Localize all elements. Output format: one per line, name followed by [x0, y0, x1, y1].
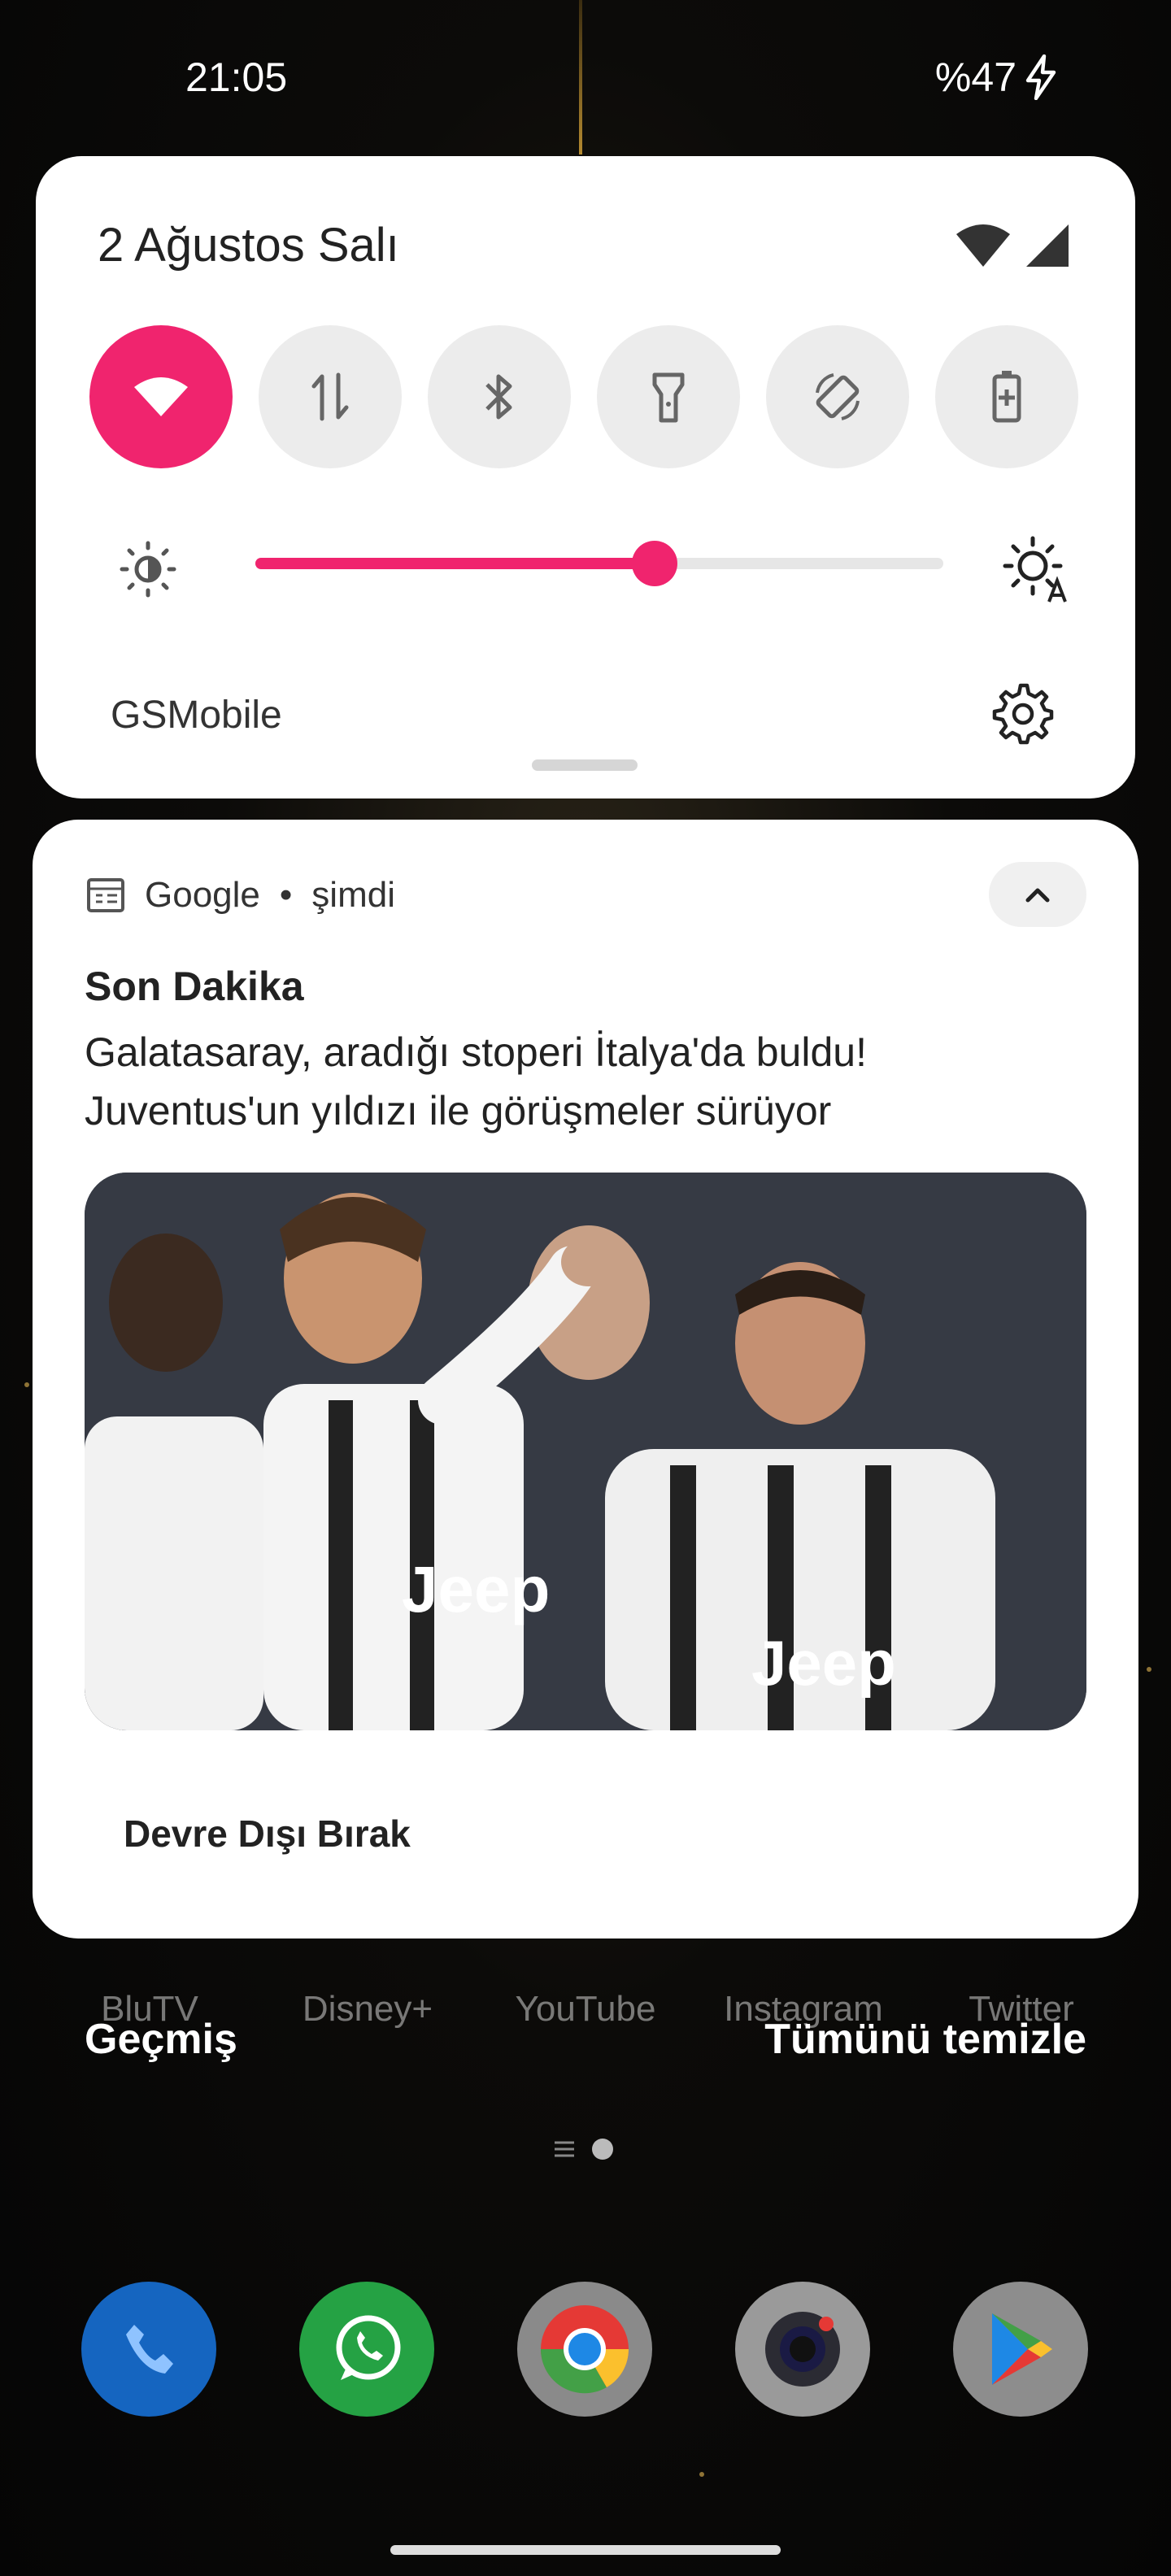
chrome-icon[interactable]: [517, 2282, 652, 2417]
quick-settings-panel: 2 Ağustos Salı GSMobile: [36, 156, 1135, 798]
wifi-signal-icon: [956, 224, 1010, 267]
qs-date: 2 Ağustos Salı: [98, 219, 399, 272]
notification-card[interactable]: Google • şimdi Son Dakika Galatasaray, a…: [33, 820, 1138, 1939]
history-button[interactable]: Geçmiş: [85, 2015, 237, 2064]
current-page-dot: [592, 2139, 613, 2160]
bluetooth-tile[interactable]: [428, 325, 571, 468]
notification-app-name: Google: [145, 875, 260, 915]
qs-drag-handle[interactable]: [532, 759, 638, 771]
phone-icon[interactable]: [81, 2282, 216, 2417]
operator-name: GSMobile: [111, 694, 282, 737]
battery-saver-icon: [992, 371, 1021, 423]
battery-percent: %47: [934, 54, 1016, 100]
flashlight-tile[interactable]: [597, 325, 740, 468]
separator-dot: •: [279, 875, 293, 915]
app-drawer-lines-icon: [555, 2141, 574, 2157]
clear-all-button[interactable]: Tümünü temizle: [764, 2015, 1086, 2064]
data-arrows-icon: [311, 372, 349, 421]
brightness-slider-thumb[interactable]: [631, 541, 677, 586]
flashlight-icon: [652, 372, 685, 423]
status-time: 21:05: [185, 54, 288, 100]
google-news-icon: [87, 878, 124, 912]
brightness-slider[interactable]: [255, 541, 943, 586]
bluetooth-icon: [485, 374, 512, 420]
brightness-low-icon: [120, 541, 176, 598]
page-indicator[interactable]: [553, 2139, 613, 2160]
notification-image: Jeep Jeep: [85, 1173, 1086, 1730]
play-store-icon[interactable]: [953, 2282, 1088, 2417]
notification-time: şimdi: [311, 875, 395, 915]
settings-gear-icon[interactable]: [992, 683, 1054, 745]
notification-title: Son Dakika: [85, 964, 304, 1009]
wallpaper-streak: [579, 0, 582, 154]
mobile-data-tile[interactable]: [259, 325, 402, 468]
notification-header: Google • şimdi: [86, 875, 395, 916]
camera-icon[interactable]: [735, 2282, 870, 2417]
jersey-text: Jeep: [402, 1553, 550, 1625]
jersey-text: Jeep: [751, 1627, 896, 1699]
disable-action-button[interactable]: Devre Dışı Bırak: [124, 1812, 411, 1856]
auto-rotate-tile[interactable]: [766, 325, 909, 468]
status-battery: %47: [935, 54, 1057, 101]
app-label[interactable]: YouTube: [488, 1989, 683, 2030]
wallpaper-spark: [1147, 1667, 1151, 1672]
collapse-button[interactable]: [989, 862, 1086, 927]
battery-saver-tile[interactable]: [935, 325, 1078, 468]
whatsapp-icon[interactable]: [299, 2282, 434, 2417]
brightness-slider-fill: [255, 558, 655, 569]
notification-body: Galatasaray, aradığı stoperi İtalya'da b…: [85, 1029, 867, 1134]
wifi-icon: [134, 377, 188, 416]
wifi-tile[interactable]: [89, 325, 233, 468]
football-players-photo: Jeep Jeep: [85, 1173, 1086, 1730]
charging-icon: [1025, 54, 1056, 100]
cellular-signal-icon: [1026, 224, 1069, 267]
qs-signal-indicators: [955, 223, 1070, 268]
rotate-icon: [816, 373, 860, 420]
auto-brightness-icon[interactable]: [1002, 535, 1070, 603]
app-label[interactable]: Disney+: [270, 1989, 465, 2030]
wallpaper-spark: [24, 1382, 29, 1387]
wallpaper-spark: [699, 2472, 704, 2477]
gesture-navigation-bar[interactable]: [390, 2545, 781, 2555]
chevron-up-icon: [1025, 888, 1050, 903]
